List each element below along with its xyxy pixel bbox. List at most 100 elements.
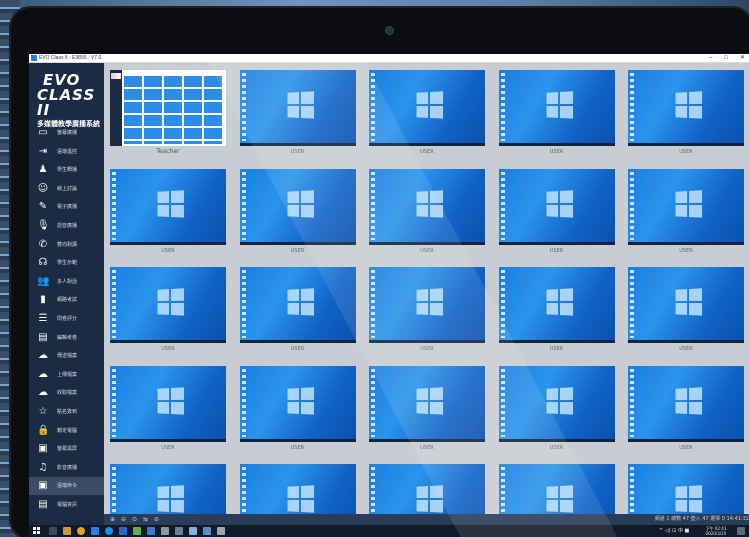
student-screen-tile[interactable]: USER	[239, 70, 357, 159]
app-blue-icon[interactable]	[147, 527, 155, 535]
sidebar-item-1[interactable]: ▭ 螢幕廣播	[29, 124, 104, 142]
student-screen-tile[interactable]: USER	[498, 168, 616, 258]
sidebar-item-13[interactable]: ☁ 傳送檔案	[29, 347, 104, 365]
student-screen-tile[interactable]: USER	[627, 70, 745, 159]
teacher-screen-tile[interactable]: Teacher	[109, 70, 227, 159]
student-screen-tile[interactable]: USER	[109, 168, 227, 258]
sidebar-item-18[interactable]: ▣ 螢幕黑屏	[29, 440, 104, 458]
app-green-icon[interactable]	[133, 527, 141, 535]
windows-logo-icon	[546, 386, 575, 417]
window-title: EVO Class II - E3856 - V7.0	[39, 55, 102, 61]
sidebar-item-16[interactable]: ☆ 點名簽到	[29, 403, 104, 421]
swap-icon[interactable]: ⇆	[141, 515, 150, 524]
desktop-icons	[630, 171, 634, 240]
maximize-button[interactable]: □	[724, 54, 728, 63]
student-screen-tile[interactable]	[498, 464, 616, 514]
student-screen-tile[interactable]: USER	[239, 168, 357, 258]
windows-start-icon[interactable]	[33, 527, 41, 535]
settings-icon[interactable]: ⊘	[152, 515, 161, 524]
student-screen-tile[interactable]: USER	[368, 70, 486, 159]
sidebar-item-14[interactable]: ☁ 上傳檔案	[29, 366, 104, 384]
student-screen-tile[interactable]: USER	[109, 267, 227, 356]
student-screen-tile[interactable]: USER	[627, 168, 745, 258]
windows-logo-icon	[287, 288, 316, 318]
student-screen-tile[interactable]	[627, 464, 745, 514]
sidebar-item-5[interactable]: ✎ 電子廣播	[29, 198, 104, 216]
remote-login-icon: ⇥	[38, 145, 48, 157]
sidebar-item-label: 遠端命令	[57, 483, 78, 490]
student-screen-tile[interactable]: USER	[498, 70, 616, 159]
group-icon: 👥	[37, 275, 50, 287]
mini-taskbar	[498, 143, 615, 146]
windows-logo-icon	[287, 189, 316, 220]
status-text: 頻道 1 總數 47 登入 47 選擇 0 14:41:32	[654, 516, 749, 522]
evo-class-taskbar-icon[interactable]	[175, 527, 183, 535]
student-screen-tile[interactable]: USER	[498, 267, 616, 356]
desktop-icons	[371, 467, 375, 514]
chrome-icon[interactable]	[77, 527, 85, 535]
sidebar-item-20[interactable]: ▣ 遠端命令	[29, 477, 104, 496]
student-desktop-thumbnail	[628, 365, 744, 442]
teacher-screen-thumbnail	[110, 70, 226, 146]
file-explorer-icon[interactable]	[63, 527, 71, 535]
tile-caption: Teacher	[156, 148, 180, 155]
student-screen-tile[interactable]: USER	[239, 267, 357, 356]
sidebar-item-15[interactable]: ☁ 收取檔案	[29, 384, 104, 402]
cloud-check-icon: ☁	[38, 387, 48, 399]
taskbar-clock[interactable]: 下午 02:41 2020/3/20	[701, 526, 731, 536]
evo-class-logo: EVO CLASS II 多媒體教學廣播系統	[37, 73, 103, 129]
mini-taskbar	[369, 438, 485, 442]
sidebar-item-label: 網路考試	[57, 297, 78, 304]
mini-taskbar	[498, 340, 615, 343]
sidebar-item-3[interactable]: ♟ 學生轉播	[29, 161, 104, 179]
sidebar-item-7[interactable]: ✆ 雙向對講	[29, 236, 104, 254]
student-screen-tile[interactable]	[368, 464, 486, 514]
student-desktop-thumbnail	[369, 168, 485, 245]
close-button[interactable]: ✕	[740, 54, 745, 63]
sidebar-item-label: 影音廣播	[57, 464, 78, 471]
sidebar-item-4[interactable]: ☺ 線上討論	[29, 180, 104, 198]
minimize-button[interactable]: –	[709, 54, 712, 63]
student-screen-tile[interactable]: USER	[368, 168, 486, 258]
student-screen-tile[interactable]: USER	[109, 365, 227, 455]
student-screen-tile[interactable]: USER	[239, 365, 357, 455]
student-screen-grid: Teacher USER USER USER USER USER USER USER USER U…	[104, 63, 749, 514]
sidebar-item-9[interactable]: 👥 多人對話	[29, 273, 104, 291]
zoom-in-icon[interactable]: ⊕	[108, 515, 117, 524]
windows-logo-icon	[546, 485, 575, 514]
sidebar-item-2[interactable]: ⇥ 遠端遙控	[29, 143, 104, 161]
zoom-fit-icon[interactable]: ⊙	[130, 515, 139, 524]
student-screen-tile[interactable]: USER	[368, 365, 486, 455]
sidebar-item-19[interactable]: ♫ 影音廣播	[29, 459, 104, 477]
sidebar-item-12[interactable]: ▤ 編輯考卷	[29, 329, 104, 347]
sidebar-item-6[interactable]: 🎙 語音廣播	[29, 217, 104, 235]
app-light-icon[interactable]	[189, 527, 197, 535]
sidebar-item-17[interactable]: 🔒 鎖定電腦	[29, 422, 104, 440]
edge-icon[interactable]	[105, 527, 113, 535]
windows-logo-icon	[416, 485, 446, 514]
app-window-icon[interactable]	[203, 527, 211, 535]
sidebar-item-10[interactable]: ▮ 網路考試	[29, 291, 104, 309]
student-desktop-thumbnail	[110, 365, 226, 442]
student-desktop-thumbnail	[369, 365, 485, 442]
student-screen-tile[interactable]: USER	[498, 365, 616, 455]
zoom-out-icon[interactable]: ⊖	[119, 515, 128, 524]
student-screen-tile[interactable]: USER	[627, 365, 745, 455]
sidebar-item-11[interactable]: ☰ 問卷評分	[29, 310, 104, 328]
sidebar-item-8[interactable]: ☊ 學生示範	[29, 254, 104, 272]
sidebar-item-label: 學生示範	[57, 260, 78, 267]
notification-icon[interactable]	[737, 527, 745, 535]
search-icon[interactable]	[49, 527, 57, 535]
student-screen-tile[interactable]: USER	[627, 267, 745, 356]
word-icon[interactable]	[119, 527, 127, 535]
system-tray[interactable]: ^ ◁) ⊡ 中 ■	[659, 525, 689, 537]
student-screen-tile[interactable]: USER	[368, 267, 486, 356]
student-screen-tile[interactable]	[239, 464, 357, 514]
student-screen-tile[interactable]	[109, 464, 227, 514]
sidebar-item-21[interactable]: ▤ 電腦資訊	[29, 496, 104, 514]
store-icon[interactable]	[91, 527, 99, 535]
tile-caption: USER	[549, 247, 564, 254]
app-gray-icon[interactable]	[161, 527, 169, 535]
app-tool-icon[interactable]	[217, 527, 225, 535]
desktop-icons	[112, 368, 116, 437]
